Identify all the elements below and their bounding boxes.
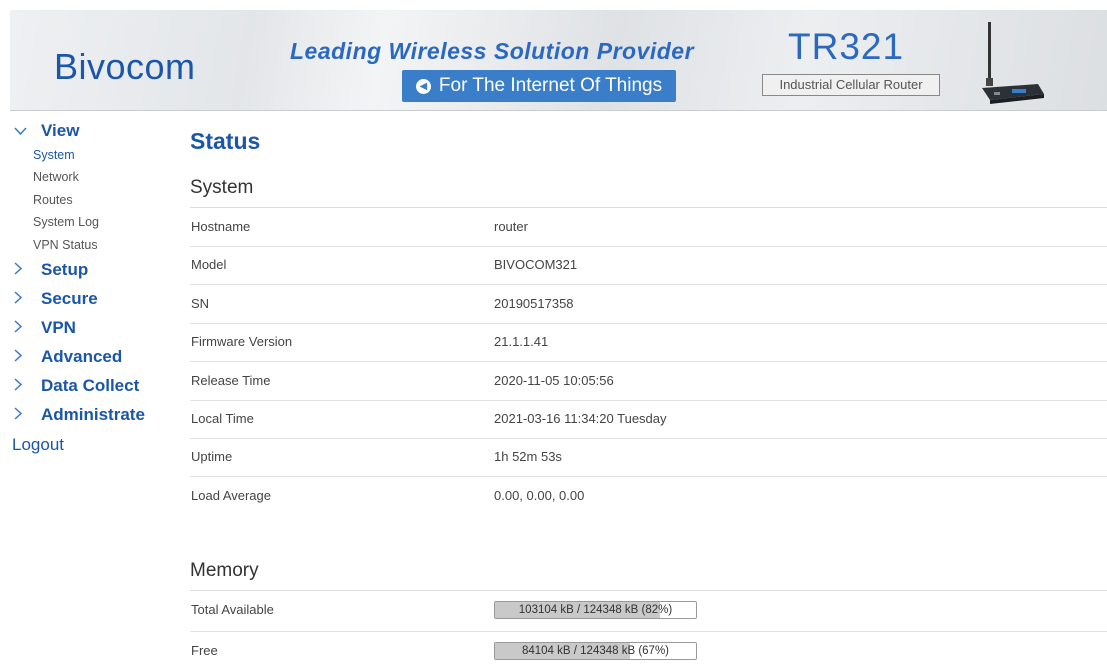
progress-text: 84104 kB / 124348 kB (67%) bbox=[521, 645, 670, 657]
menu-secure-label: Secure bbox=[41, 289, 98, 309]
row-value: router bbox=[494, 219, 528, 234]
iot-banner-label: For The Internet Of Things bbox=[438, 75, 663, 96]
model-name: TR321 bbox=[788, 26, 905, 67]
table-row: Model BIVOCOM321 bbox=[190, 246, 1107, 286]
router-image bbox=[982, 22, 1044, 104]
menu-setup[interactable]: Setup bbox=[0, 256, 170, 285]
table-row: Load Average 0.00, 0.00, 0.00 bbox=[190, 477, 1107, 515]
menu-view[interactable]: View bbox=[0, 118, 170, 144]
menu-vpn-label: VPN bbox=[41, 318, 76, 338]
iot-banner-button[interactable]: ◀ For The Internet Of Things bbox=[402, 70, 676, 102]
table-row: Free 84104 kB / 124348 kB (67%) bbox=[190, 632, 1107, 672]
row-value: 2020-11-05 10:05:56 bbox=[494, 372, 614, 388]
row-key: Load Average bbox=[191, 487, 271, 503]
table-row: Local Time 2021-03-16 11:34:20 Tuesday bbox=[190, 400, 1107, 439]
row-value: 0.00, 0.00, 0.00 bbox=[494, 487, 585, 503]
memory-progress-bar: 103104 kB / 124348 kB (82%) bbox=[494, 601, 697, 619]
sidebar-item-network[interactable]: Network bbox=[0, 166, 170, 188]
menu-view-label: View bbox=[41, 121, 80, 140]
row-value: 1h 52m 53s bbox=[494, 449, 562, 465]
memory-progress-bar: 84104 kB / 124348 kB (67%) bbox=[494, 642, 697, 660]
row-value: 2021-03-16 11:34:20 Tuesday bbox=[494, 411, 667, 426]
chevron-right-icon bbox=[14, 291, 28, 307]
sidebar: View System Network Routes System Log VP… bbox=[0, 118, 170, 460]
sidebar-item-system[interactable]: System bbox=[0, 144, 170, 166]
menu-data-collect-label: Data Collect bbox=[41, 376, 140, 396]
menu-setup-label: Setup bbox=[41, 260, 89, 280]
row-key: Total Available bbox=[191, 602, 274, 617]
chevron-right-icon bbox=[14, 407, 28, 423]
menu-vpn[interactable]: VPN bbox=[0, 314, 170, 343]
table-row: Total Available 103104 kB / 124348 kB (8… bbox=[190, 591, 1107, 632]
menu-advanced-label: Advanced bbox=[41, 347, 123, 367]
sidebar-item-routes[interactable]: Routes bbox=[0, 189, 170, 211]
chevron-right-icon bbox=[14, 262, 28, 278]
model-description: Industrial Cellular Router bbox=[762, 74, 940, 96]
row-value: 20190517358 bbox=[494, 295, 574, 311]
menu-data-collect[interactable]: Data Collect bbox=[0, 372, 170, 401]
table-row: Uptime 1h 52m 53s bbox=[190, 438, 1107, 478]
row-key: SN bbox=[191, 295, 210, 311]
left-arrow-icon: ◀ bbox=[415, 78, 431, 94]
chevron-down-icon bbox=[14, 123, 28, 139]
row-value: 21.1.1.41 bbox=[494, 334, 549, 350]
page-title: Status bbox=[190, 128, 261, 154]
section-title-memory: Memory bbox=[190, 560, 259, 581]
menu-administrate[interactable]: Administrate bbox=[0, 401, 170, 430]
header-banner: Bivocom Leading Wireless Solution Provid… bbox=[10, 10, 1107, 111]
table-row: Firmware Version 21.1.1.41 bbox=[190, 323, 1107, 363]
row-key: Hostname bbox=[191, 219, 251, 234]
chevron-right-icon bbox=[14, 349, 28, 365]
brand-logo: Bivocom bbox=[54, 46, 196, 87]
tagline: Leading Wireless Solution Provider bbox=[290, 38, 695, 64]
row-key: Release Time bbox=[191, 372, 271, 388]
row-key: Firmware Version bbox=[191, 334, 293, 350]
section-title-system: System bbox=[190, 177, 254, 198]
menu-advanced[interactable]: Advanced bbox=[0, 343, 170, 372]
menu-secure[interactable]: Secure bbox=[0, 285, 170, 314]
table-row: Hostname router bbox=[190, 208, 1107, 247]
chevron-right-icon bbox=[14, 320, 28, 336]
progress-text: 103104 kB / 124348 kB (82%) bbox=[518, 604, 673, 616]
chevron-right-icon bbox=[14, 378, 28, 394]
menu-administrate-label: Administrate bbox=[41, 405, 145, 425]
sidebar-item-system-log[interactable]: System Log bbox=[0, 211, 170, 233]
sidebar-item-vpn-status[interactable]: VPN Status bbox=[0, 234, 170, 256]
logout-link[interactable]: Logout bbox=[0, 430, 170, 460]
row-key: Model bbox=[191, 257, 227, 273]
table-row: Release Time 2020-11-05 10:05:56 bbox=[190, 362, 1107, 401]
row-value: BIVOCOM321 bbox=[494, 257, 578, 273]
row-key: Uptime bbox=[191, 449, 233, 465]
table-row: SN 20190517358 bbox=[190, 285, 1107, 324]
row-key: Local Time bbox=[191, 411, 254, 426]
